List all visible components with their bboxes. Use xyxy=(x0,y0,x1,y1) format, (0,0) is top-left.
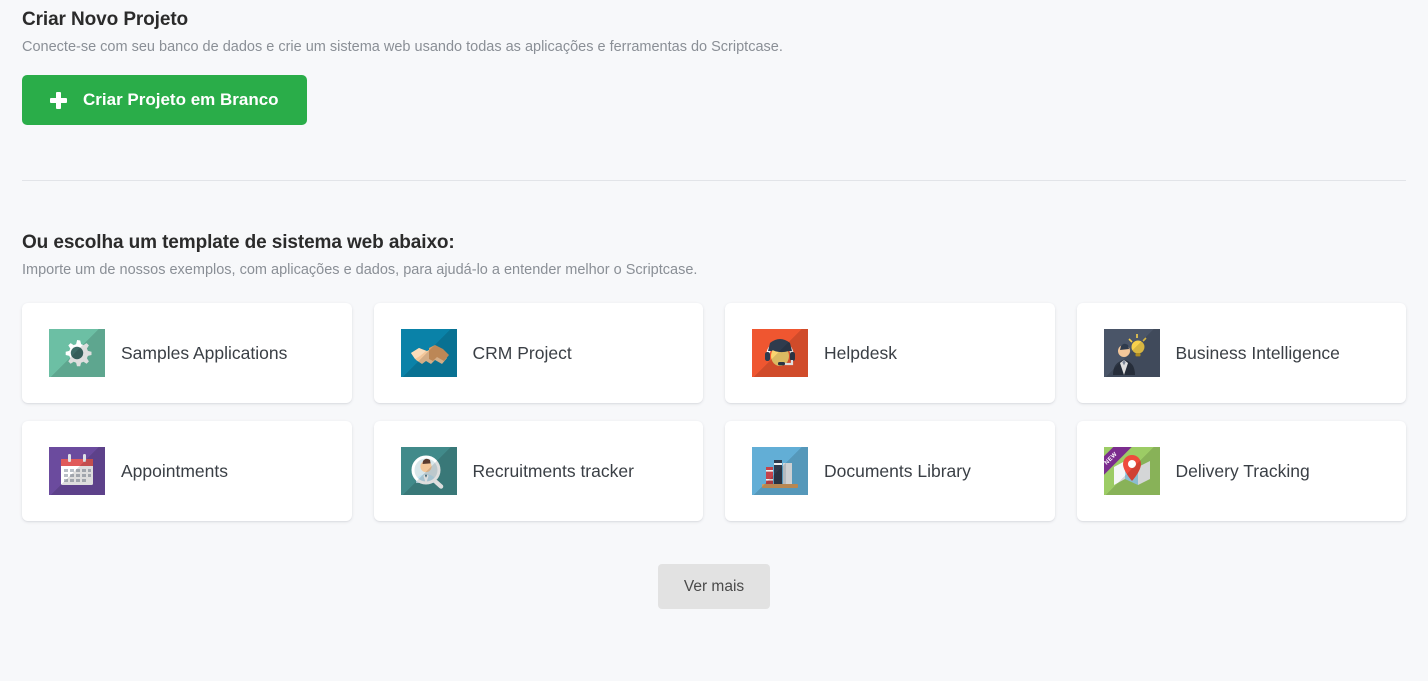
headset-agent-icon xyxy=(752,329,808,377)
template-card[interactable]: Samples Applications xyxy=(22,303,352,403)
create-blank-project-button[interactable]: Criar Projeto em Branco xyxy=(22,75,307,125)
template-card-label: Delivery Tracking xyxy=(1175,460,1310,481)
template-card-grid: Samples Applications CRM Project Helpdesk B… xyxy=(22,303,1406,521)
template-card-label: Samples Applications xyxy=(121,342,288,363)
page-subtitle: Conecte-se com seu banco de dados e crie… xyxy=(22,39,783,55)
page-title: Criar Novo Projeto xyxy=(22,9,189,30)
gear-icon xyxy=(49,329,105,377)
template-card[interactable]: CRM Project xyxy=(373,303,703,403)
template-card[interactable]: Appointments xyxy=(22,421,352,521)
template-card[interactable]: Business Intelligence xyxy=(1076,303,1406,403)
template-card-label: Appointments xyxy=(121,460,229,481)
create-blank-project-label: Criar Projeto em Branco xyxy=(83,90,279,109)
template-card-label: Business Intelligence xyxy=(1175,342,1340,363)
businessman-lightbulb-icon xyxy=(1103,329,1160,377)
template-card[interactable]: NEW Delivery Tracking xyxy=(1076,421,1406,521)
template-card-label: CRM Project xyxy=(472,342,572,363)
template-card-label: Documents Library xyxy=(824,460,971,481)
section-divider xyxy=(22,180,1406,181)
see-more-button[interactable]: Ver mais xyxy=(657,564,771,609)
create-project-page: Criar Novo Projeto Conecte-se com seu ba… xyxy=(0,0,1428,681)
person-search-icon xyxy=(400,447,457,495)
plus-icon xyxy=(50,91,67,109)
map-pin-icon: NEW xyxy=(1103,447,1160,495)
calendar-icon xyxy=(49,447,105,495)
template-card[interactable]: Helpdesk xyxy=(725,303,1055,403)
template-card-label: Helpdesk xyxy=(824,342,897,363)
handshake-icon xyxy=(400,329,457,377)
template-card[interactable]: Recruitments tracker xyxy=(373,421,703,521)
templates-header: Ou escolha um template de sistema web ab… xyxy=(22,232,1406,278)
books-icon xyxy=(752,447,808,495)
templates-title: Ou escolha um template de sistema web ab… xyxy=(22,232,455,253)
template-card-label: Recruitments tracker xyxy=(472,460,634,481)
see-more-container: Ver mais xyxy=(22,564,1406,609)
template-card[interactable]: Documents Library xyxy=(725,421,1055,521)
templates-subtitle: Importe um de nossos exemplos, com aplic… xyxy=(22,262,698,278)
